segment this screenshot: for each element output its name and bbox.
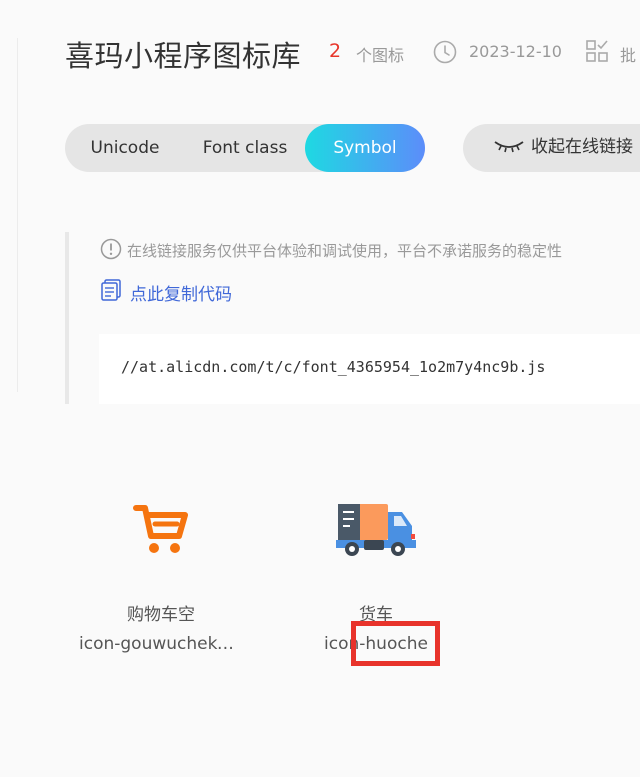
collapse-online-link-button[interactable]: 收起在线链接	[463, 124, 640, 172]
collapse-label: 收起在线链接	[531, 137, 633, 157]
batch-label[interactable]: 批	[620, 42, 636, 66]
page-title: 喜玛小程序图标库	[65, 39, 302, 73]
left-divider	[17, 38, 18, 392]
notice-accent-bar	[65, 232, 69, 404]
tab-font-class[interactable]: Font class	[185, 124, 305, 172]
copy-icon[interactable]	[100, 278, 122, 302]
highlight-box	[351, 621, 440, 666]
copy-code-link[interactable]: 点此复制代码	[130, 280, 232, 305]
tab-symbol[interactable]: Symbol	[305, 124, 425, 172]
icon-card-cart[interactable]: 购物车空 icon-gouwuchekong	[71, 490, 251, 670]
batch-icon[interactable]	[585, 39, 609, 63]
code-block: //at.alicdn.com/t/c/font_4365954_1o2m7y4…	[99, 334, 640, 404]
tab-unicode[interactable]: Unicode	[65, 124, 185, 172]
icon-library-page: 喜玛小程序图标库 2 个图标 2023-12-10 批 Unicode Font…	[0, 0, 640, 777]
updated-date: 2023-12-10	[469, 42, 562, 61]
clock-icon	[433, 40, 457, 64]
icon-count-unit: 个图标	[356, 46, 405, 65]
icon-name: 购物车空	[127, 605, 195, 625]
code-url[interactable]: //at.alicdn.com/t/c/font_4365954_1o2m7y4…	[121, 358, 545, 376]
closed-eye-icon	[494, 141, 524, 153]
notice-text: 在线链接服务仅供平台体验和调试使用，平台不承诺服务的稳定性	[127, 242, 563, 260]
icon-count: 2	[329, 40, 342, 62]
truck-icon	[336, 504, 416, 556]
cart-icon	[133, 505, 188, 553]
icon-code: icon-gouwuchekong	[79, 634, 249, 654]
code-type-tabs: Unicode Font class Symbol	[65, 124, 425, 172]
info-icon	[100, 238, 122, 260]
